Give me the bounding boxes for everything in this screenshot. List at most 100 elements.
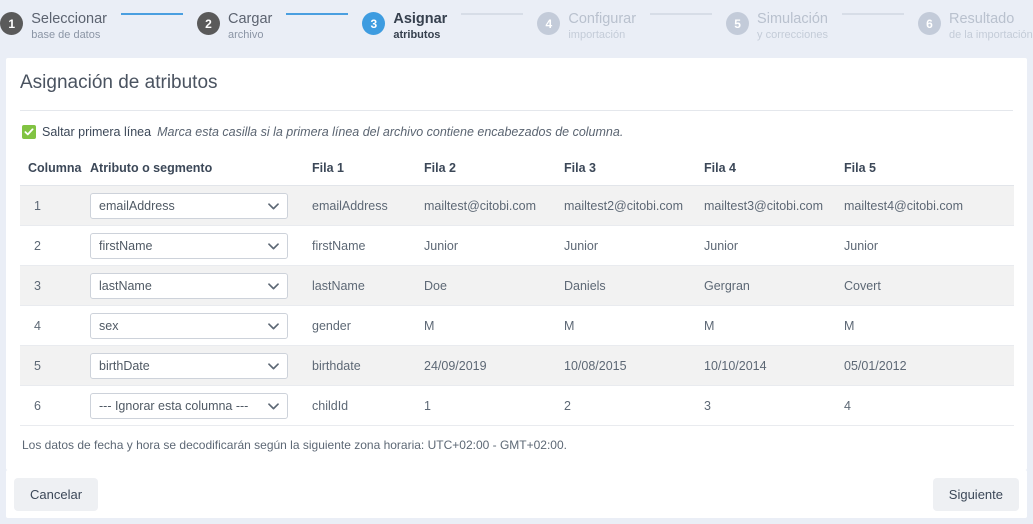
table-row: 6 --- Ignorar esta columna --- childId 1…: [20, 385, 1014, 426]
cell-fila-1: gender: [304, 305, 416, 346]
step-3-title: Asignar: [393, 11, 448, 28]
cell-fila-5: Junior: [836, 225, 1014, 266]
header-fila-3: Fila 3: [556, 155, 696, 186]
row-column-number: 2: [20, 225, 82, 266]
cell-fila-5: 05/01/2012: [836, 345, 1014, 386]
cell-fila-4: Gergran: [696, 265, 836, 306]
attribute-select-cell: lastName: [82, 265, 304, 306]
attribute-mapping-table: Columna Atributo o segmento Fila 1 Fila …: [20, 155, 1014, 426]
cell-fila-2: 1: [416, 385, 556, 426]
step-6-resultado: 6 Resultado de la importación: [917, 10, 1033, 41]
row-column-number: 1: [20, 185, 82, 226]
table-header-row: Columna Atributo o segmento Fila 1 Fila …: [20, 155, 1014, 186]
step-4-subtitle: importación: [568, 28, 626, 41]
attribute-select-cell: birthDate: [82, 345, 304, 386]
attribute-select-5-value: birthDate: [99, 358, 150, 373]
chevron-down-icon: [268, 199, 279, 213]
header-fila-1: Fila 1: [304, 155, 416, 186]
page-title: Asignación de atributos: [20, 58, 1013, 111]
step-4-title: Configurar: [568, 11, 637, 28]
chevron-down-icon: [268, 359, 279, 373]
attribute-select-2-value: firstName: [99, 238, 153, 253]
attribute-select-4[interactable]: sex: [90, 312, 288, 339]
cell-fila-2: M: [416, 305, 556, 346]
step-1-seleccionar[interactable]: 1 Seleccionar base de datos: [0, 10, 107, 41]
chevron-down-icon: [268, 239, 279, 253]
step-1-title: Seleccionar: [31, 11, 108, 28]
cell-fila-5: M: [836, 305, 1014, 346]
chevron-down-icon: [268, 399, 279, 413]
import-wizard-stepper: 1 Seleccionar base de datos 2 Cargar arc…: [0, 0, 1033, 52]
table-row: 3 lastName lastName Doe Daniels Gergran …: [20, 265, 1014, 306]
step-connector-1-2: [121, 13, 184, 15]
step-connector-3-4: [461, 13, 524, 15]
attribute-select-cell: --- Ignorar esta columna ---: [82, 385, 304, 426]
next-button[interactable]: Siguiente: [932, 477, 1019, 511]
cell-fila-3: 2: [556, 385, 696, 426]
cell-fila-4: M: [696, 305, 836, 346]
row-column-number: 6: [20, 385, 82, 426]
attribute-select-3[interactable]: lastName: [90, 272, 288, 299]
skip-first-line-hint: Marca esta casilla si la primera línea d…: [157, 125, 624, 139]
row-column-number: 5: [20, 345, 82, 386]
attribute-select-1-value: emailAddress: [99, 198, 175, 213]
cell-fila-2: 24/09/2019: [416, 345, 556, 386]
cell-fila-4: 10/10/2014: [696, 345, 836, 386]
cell-fila-2: Doe: [416, 265, 556, 306]
step-connector-5-6: [841, 13, 904, 15]
cell-fila-5: 4: [836, 385, 1014, 426]
step-3-asignar[interactable]: 3 Asignar atributos: [362, 10, 447, 41]
cell-fila-3: 10/08/2015: [556, 345, 696, 386]
step-1-subtitle: base de datos: [31, 28, 101, 41]
attribute-select-3-value: lastName: [99, 278, 152, 293]
cell-fila-5: mailtest4@citobi.com: [836, 185, 1014, 226]
step-1-number: 1: [0, 12, 24, 36]
cell-fila-1: lastName: [304, 265, 416, 306]
step-6-subtitle: de la importación: [948, 28, 1033, 41]
attribute-select-cell: sex: [82, 305, 304, 346]
cell-fila-3: Daniels: [556, 265, 696, 306]
step-5-title: Simulación: [757, 11, 828, 28]
attribute-select-6[interactable]: --- Ignorar esta columna ---: [90, 392, 288, 419]
cell-fila-3: mailtest2@citobi.com: [556, 185, 696, 226]
cell-fila-4: 3: [696, 385, 836, 426]
step-2-cargar[interactable]: 2 Cargar archivo: [197, 10, 272, 41]
step-5-simulacion: 5 Simulación y correcciones: [726, 10, 828, 41]
step-5-number: 5: [726, 12, 750, 36]
step-5-subtitle: y correcciones: [757, 28, 828, 41]
step-3-subtitle: atributos: [393, 28, 441, 41]
header-fila-4: Fila 4: [696, 155, 836, 186]
attribute-mapping-card: Asignación de atributos Saltar primera l…: [6, 58, 1027, 470]
attribute-select-1[interactable]: emailAddress: [90, 192, 288, 219]
skip-first-line-checkbox[interactable]: [22, 125, 36, 139]
step-connector-4-5: [650, 13, 713, 15]
cell-fila-3: M: [556, 305, 696, 346]
attribute-select-2[interactable]: firstName: [90, 232, 288, 259]
cancel-button[interactable]: Cancelar: [14, 477, 99, 511]
cell-fila-2: Junior: [416, 225, 556, 266]
step-6-title: Resultado: [948, 11, 1015, 28]
step-6-number: 6: [917, 12, 941, 36]
cell-fila-3: Junior: [556, 225, 696, 266]
step-3-number: 3: [362, 12, 386, 36]
wizard-footer: Cancelar Siguiente: [6, 470, 1027, 518]
step-4-configurar: 4 Configurar importación: [537, 10, 636, 41]
cell-fila-2: mailtest@citobi.com: [416, 185, 556, 226]
header-columna: Columna: [20, 155, 82, 186]
row-column-number: 3: [20, 265, 82, 306]
attribute-select-6-value: --- Ignorar esta columna ---: [99, 398, 249, 413]
timezone-note: Los datos de fecha y hora se decodificar…: [22, 438, 567, 452]
row-column-number: 4: [20, 305, 82, 346]
cell-fila-1: birthdate: [304, 345, 416, 386]
attribute-select-cell: emailAddress: [82, 185, 304, 226]
skip-first-line-row: Saltar primera línea Marca esta casilla …: [20, 111, 1013, 149]
chevron-down-icon: [268, 279, 279, 293]
table-row: 1 emailAddress emailAddress mailtest@cit…: [20, 185, 1014, 226]
cell-fila-5: Covert: [836, 265, 1014, 306]
step-2-number: 2: [197, 12, 221, 36]
attribute-select-5[interactable]: birthDate: [90, 352, 288, 379]
cell-fila-1: childId: [304, 385, 416, 426]
header-fila-2: Fila 2: [416, 155, 556, 186]
chevron-down-icon: [268, 319, 279, 333]
table-row: 2 firstName firstName Junior Junior Juni…: [20, 225, 1014, 266]
